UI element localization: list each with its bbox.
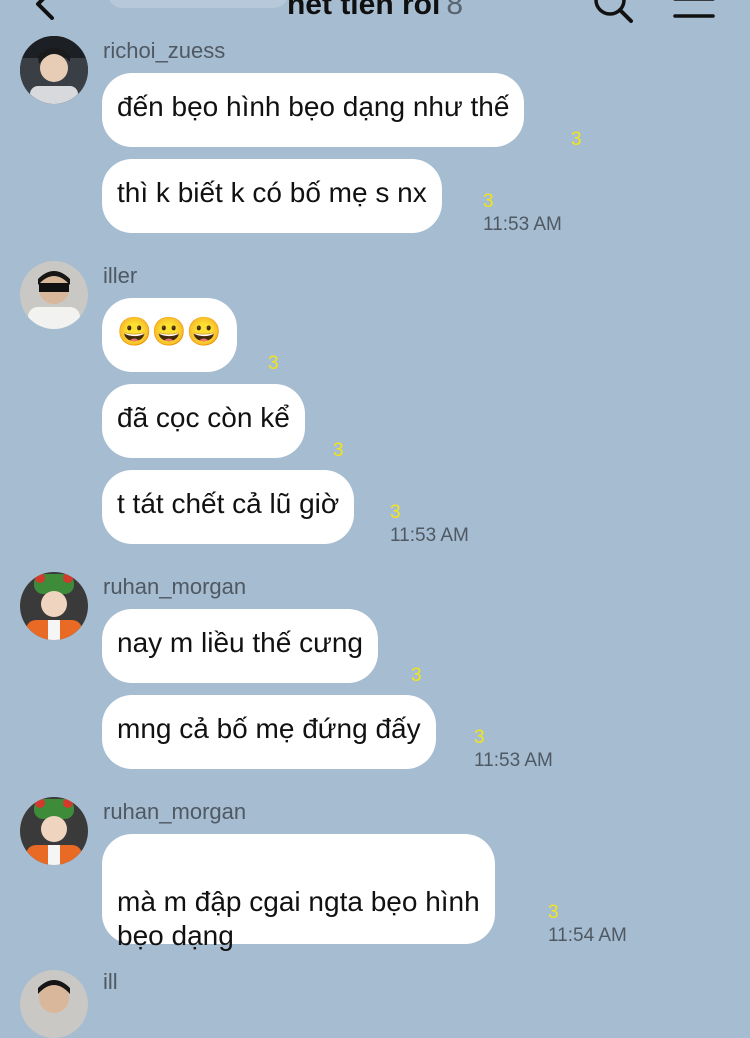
unread-count: 3	[474, 727, 485, 748]
member-count: 8	[446, 0, 464, 21]
unread-count: 3	[571, 129, 582, 150]
message-text: đã cọc còn kể	[117, 402, 290, 433]
avatar-photo-icon	[20, 797, 88, 865]
unread-count: 3	[333, 440, 344, 461]
sender-name: iller	[103, 263, 138, 288]
message-text: đến bẹo hình bẹo dạng như thế	[117, 91, 510, 122]
search-icon[interactable]	[592, 0, 634, 24]
message-text: thì k biết k có bố mẹ s nx	[117, 177, 427, 208]
sender-name: ruhan_morgan	[103, 574, 247, 599]
message-bubble[interactable]: t tát chết cả lũ giờ	[102, 470, 355, 544]
unread-count: 3	[390, 502, 401, 523]
avatar-photo-icon	[20, 970, 88, 1038]
avatar-photo-icon	[20, 261, 88, 329]
message-bubble[interactable]: đã cọc còn kể	[102, 384, 305, 458]
message-timestamp: 11:53 AM	[483, 214, 562, 235]
avatar-photo-icon	[20, 572, 88, 640]
avatar-iller[interactable]	[20, 261, 88, 329]
message-bubble[interactable]: 😀😀😀	[102, 298, 237, 372]
message-bubble[interactable]: nay m liều thế cưng	[102, 609, 378, 683]
message-text: mng cả bố mẹ đứng đấy	[117, 713, 421, 744]
message-timestamp: 11:53 AM	[390, 525, 469, 546]
avatar-ruhan-morgan[interactable]	[20, 797, 88, 865]
avatar-ruhan-morgan[interactable]	[20, 572, 88, 640]
message-bubble[interactable]: đến bẹo hình bẹo dạng như thế	[102, 73, 525, 147]
avatar-richoi-zuess[interactable]	[20, 36, 88, 104]
message-timestamp: 11:53 AM	[474, 750, 553, 771]
sender-name: ill	[103, 969, 118, 994]
message-bubble[interactable]: mà m đập cgai ngta bẹo hình bẹo dạng	[102, 834, 495, 951]
unread-count: 3	[483, 191, 494, 212]
chat-title: hết tiền rồi 8	[0, 0, 750, 22]
message-bubble[interactable]: thì k biết k có bố mẹ s nx	[102, 159, 442, 233]
message-text: nay m liều thế cưng	[117, 627, 363, 658]
message-timestamp: 11:54 AM	[548, 925, 627, 946]
sender-name: richoi_zuess	[103, 38, 226, 63]
unread-count: 3	[268, 353, 279, 374]
unread-count: 3	[548, 902, 559, 923]
avatar-iller[interactable]	[20, 970, 88, 1038]
message-text: 😀😀😀	[117, 316, 222, 347]
chat-title-text: hết tiền rồi	[286, 0, 441, 21]
sender-name: ruhan_morgan	[103, 799, 247, 824]
message-text: t tát chết cả lũ giờ	[117, 488, 340, 519]
message-bubble[interactable]: mng cả bố mẹ đứng đấy	[102, 695, 436, 769]
message-text: mà m đập cgai ngta bẹo hình bẹo dạng	[117, 886, 480, 951]
chat-header: hết tiền rồi 8	[0, 0, 750, 30]
menu-icon[interactable]	[673, 0, 715, 20]
avatar-photo-icon	[20, 36, 88, 104]
unread-count: 3	[411, 665, 422, 686]
